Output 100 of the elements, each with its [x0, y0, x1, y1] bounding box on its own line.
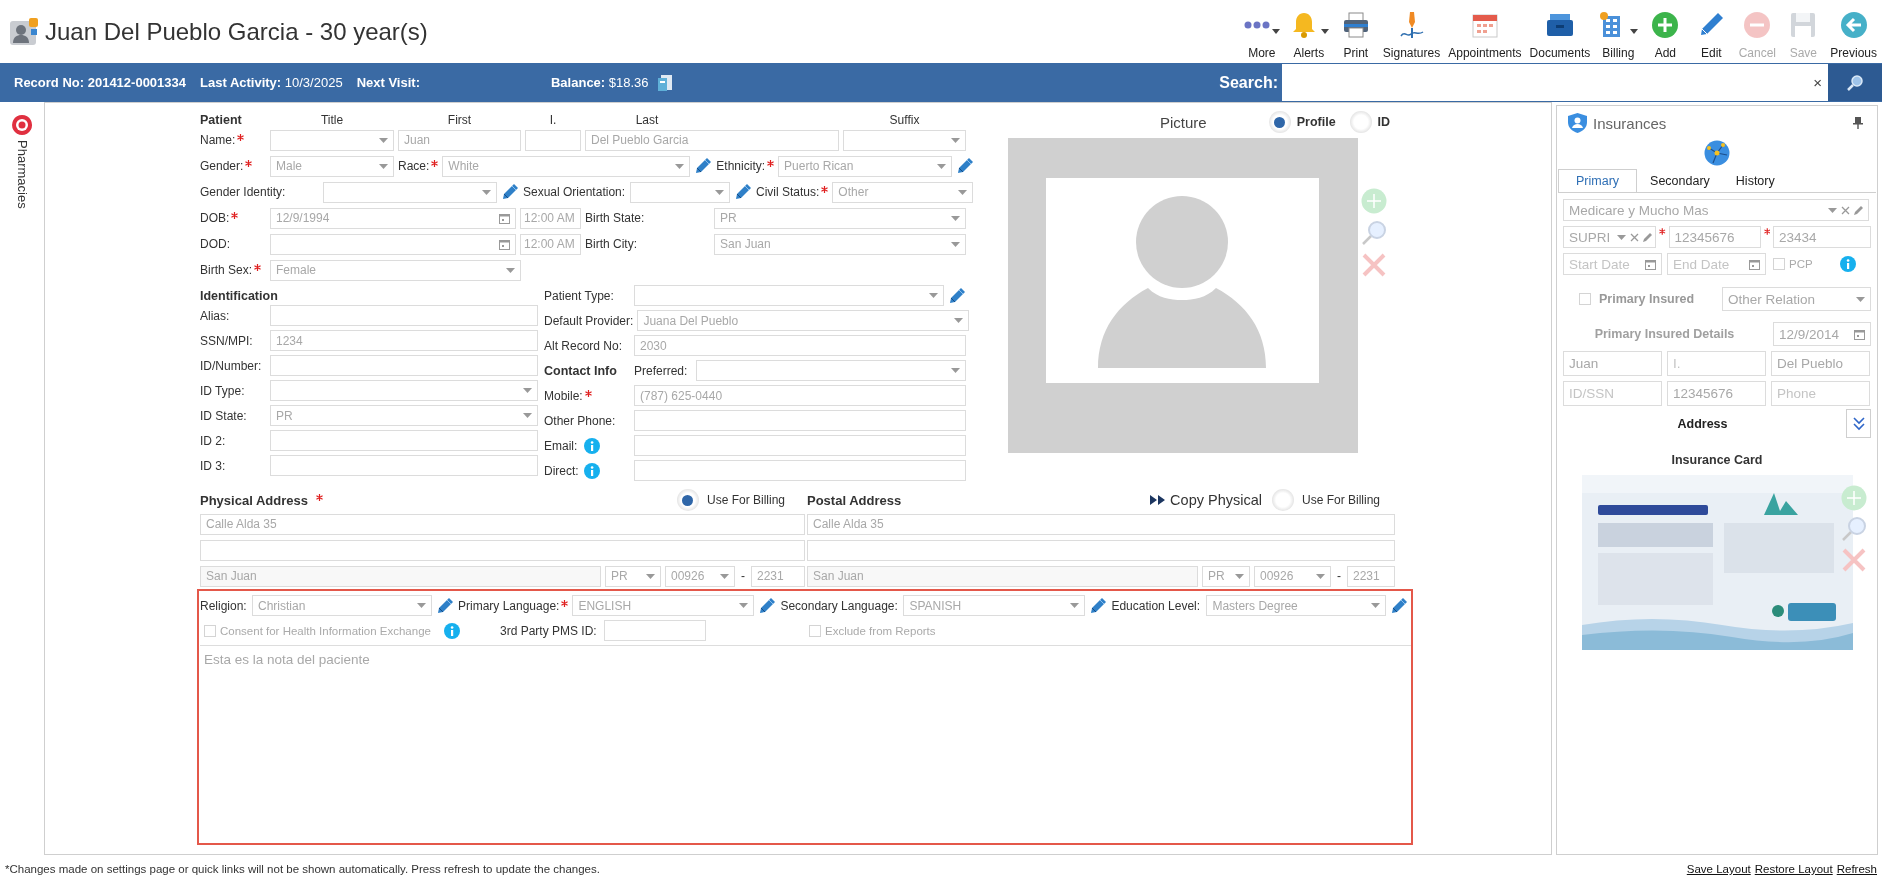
select-field[interactable]: Juana Del Pueblo [637, 310, 970, 331]
select-field[interactable]: ENGLISH [572, 595, 755, 616]
select-field[interactable]: Other [832, 181, 974, 203]
calendar-icon[interactable] [499, 212, 510, 224]
text-field[interactable]: ID/SSN [1563, 381, 1662, 406]
signatures-button[interactable]: Signatures [1379, 6, 1444, 60]
pharmacies-tab[interactable]: Pharmacies [11, 114, 33, 209]
calendar-icon[interactable] [1854, 328, 1865, 340]
text-field[interactable] [270, 355, 538, 376]
checkbox[interactable] [1773, 258, 1785, 270]
select-field[interactable]: SPANISH [903, 595, 1086, 616]
date-field[interactable]: End Date [1667, 253, 1766, 275]
pencil-icon[interactable] [734, 183, 752, 201]
select-field[interactable] [634, 285, 944, 306]
checkbox[interactable] [1579, 293, 1591, 305]
pencil-icon[interactable] [956, 157, 975, 175]
text-field[interactable]: 2231 [751, 565, 805, 587]
select-field[interactable]: PR [605, 565, 661, 587]
select-field[interactable] [270, 129, 394, 151]
select-field[interactable] [696, 360, 966, 381]
info-icon[interactable] [584, 437, 600, 454]
select-field[interactable]: PR [270, 405, 538, 426]
zoom-icon[interactable] [1361, 220, 1387, 246]
edit-button[interactable]: Edit [1689, 6, 1734, 60]
text-field[interactable] [807, 539, 1395, 561]
footer-link[interactable]: Refresh [1836, 863, 1877, 875]
documents-button[interactable]: Documents [1526, 6, 1594, 60]
appointments-button[interactable]: Appointments [1445, 6, 1525, 60]
checkbox[interactable] [204, 624, 216, 637]
billing-button[interactable]: Billing [1595, 6, 1642, 60]
pencil-icon[interactable] [1643, 232, 1652, 242]
pencil-icon[interactable] [694, 157, 713, 175]
text-field[interactable] [634, 410, 966, 431]
pencil-icon[interactable] [1390, 596, 1409, 615]
add-icon[interactable] [1361, 188, 1387, 214]
pencil-icon[interactable] [1089, 596, 1108, 615]
text-field[interactable] [525, 129, 581, 151]
text-field[interactable]: 23434 [1773, 226, 1871, 248]
select-field[interactable]: Masters Degree [1206, 595, 1387, 616]
date-field[interactable]: 12/9/2014 [1773, 322, 1871, 346]
select-field[interactable]: Male [270, 155, 394, 177]
text-field[interactable]: San Juan [807, 565, 1198, 587]
expand-button[interactable] [1846, 409, 1871, 438]
clear-icon[interactable] [1841, 205, 1850, 215]
pencil-icon[interactable] [501, 183, 519, 201]
select-field[interactable]: SUPRI [1563, 226, 1656, 248]
info-icon[interactable] [584, 462, 600, 479]
add-icon[interactable] [1840, 485, 1867, 511]
text-field[interactable]: I. [1667, 351, 1766, 376]
clear-icon[interactable] [1630, 232, 1639, 242]
date-field[interactable]: Start Date [1563, 253, 1662, 275]
calendar-icon[interactable] [1749, 258, 1760, 270]
text-field[interactable]: Del Pueblo [1771, 351, 1870, 376]
date-field[interactable]: 12/9/1994 [270, 207, 516, 229]
text-field[interactable]: San Juan [200, 565, 601, 587]
text-field[interactable] [200, 539, 805, 561]
text-field[interactable]: Calle Alda 35 [200, 513, 805, 535]
checkbox[interactable] [809, 624, 821, 637]
text-field[interactable] [270, 455, 538, 476]
tab[interactable]: Primary [1558, 169, 1638, 192]
calendar-icon[interactable] [499, 238, 510, 250]
text-field[interactable] [604, 620, 706, 641]
select-field[interactable] [630, 181, 730, 203]
search-button[interactable] [1828, 64, 1882, 101]
time-field[interactable]: 12:00 AM [520, 233, 581, 255]
alerts-button[interactable]: Alerts [1285, 6, 1332, 60]
text-field[interactable] [634, 460, 966, 481]
pencil-icon[interactable] [948, 286, 966, 305]
calendar-icon[interactable] [1645, 258, 1656, 270]
text-field[interactable]: 12345676 [1667, 381, 1766, 406]
globe-icon[interactable] [1704, 140, 1730, 166]
text-field[interactable] [634, 435, 966, 456]
date-field[interactable] [270, 233, 516, 255]
copy-physical-button[interactable]: Copy Physical [1150, 492, 1262, 508]
text-field[interactable] [270, 305, 538, 326]
select-field[interactable]: 00926 [1254, 565, 1331, 587]
text-field[interactable]: 2231 [1347, 565, 1395, 587]
text-field[interactable]: (787) 625-0440 [634, 385, 966, 406]
print-button[interactable]: Print [1333, 6, 1378, 60]
tab[interactable]: History [1722, 169, 1788, 192]
info-icon[interactable] [444, 622, 460, 639]
text-field[interactable]: 12345676 [1668, 226, 1761, 248]
text-field[interactable]: Juan [398, 129, 521, 151]
radio-button[interactable] [1268, 111, 1291, 133]
more-button[interactable]: More [1239, 6, 1284, 60]
select-field[interactable]: Other Relation [1722, 287, 1871, 311]
delete-icon[interactable] [1361, 252, 1387, 278]
previous-button[interactable]: Previous [1827, 6, 1880, 60]
zoom-icon[interactable] [1840, 516, 1867, 542]
select-field[interactable] [843, 129, 966, 151]
select-field[interactable] [323, 181, 497, 203]
time-field[interactable]: 12:00 AM [520, 207, 581, 229]
text-field[interactable]: Del Pueblo Garcia [585, 129, 839, 151]
footer-link[interactable]: Save Layout [1686, 863, 1751, 875]
select-field[interactable] [270, 380, 538, 401]
pencil-icon[interactable] [758, 596, 777, 615]
radio-button[interactable] [676, 489, 699, 511]
text-field[interactable]: Juan [1563, 351, 1662, 376]
ledger-icon[interactable] [656, 73, 673, 92]
text-field[interactable]: 1234 [270, 330, 538, 351]
